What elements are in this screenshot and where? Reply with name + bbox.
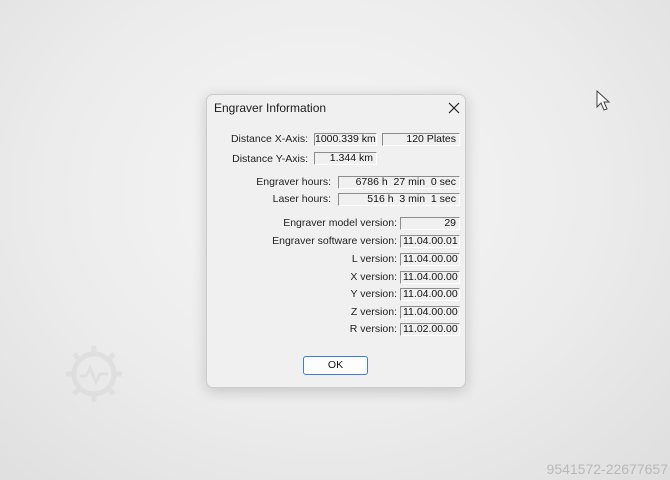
engraver-hours-label: Engraver hours: [256,176,331,188]
r-version-value: 11.02.00.00 [400,323,460,336]
distance-x-label: Distance X-Axis: [230,133,308,145]
model-version-label: Engraver model version: [283,217,397,229]
dialog-title: Engraver Information [214,101,327,115]
engraver-information-dialog: Engraver Information Distance X-Axis: 10… [206,94,466,388]
r-version-label: R version: [349,323,397,335]
y-version-label: Y version: [350,288,398,300]
software-version-label: Engraver software version: [272,235,397,247]
z-version-value: 11.04.00.00 [400,306,460,319]
laser-hours-label: Laser hours: [272,193,331,205]
x-version-value: 11.04.00.00 [400,271,460,284]
l-version-value: 11.04.00.00 [400,253,460,266]
close-icon[interactable] [448,102,460,114]
software-version-value: 11.04.00.01 [400,235,460,248]
z-version-label: Z version: [350,306,397,318]
y-version-value: 11.04.00.00 [400,288,460,301]
mouse-pointer-icon [596,90,611,111]
plates-value: 120 Plates [382,133,460,146]
distance-y-label: Distance Y-Axis: [232,153,308,165]
ok-button[interactable]: OK [303,356,368,375]
engraver-hours-value: 6786 h 27 min 0 sec [338,176,460,189]
stock-id-text: 9541572-22677657 [546,461,668,477]
gear-watermark-icon [66,346,122,402]
distance-x-value: 1000.339 km [314,133,377,146]
l-version-label: L version: [351,253,397,265]
x-version-label: X version: [350,271,397,283]
model-version-value: 29 [400,217,460,230]
laser-hours-value: 516 h 3 min 1 sec [338,193,460,206]
distance-y-value: 1.344 km [314,152,377,165]
